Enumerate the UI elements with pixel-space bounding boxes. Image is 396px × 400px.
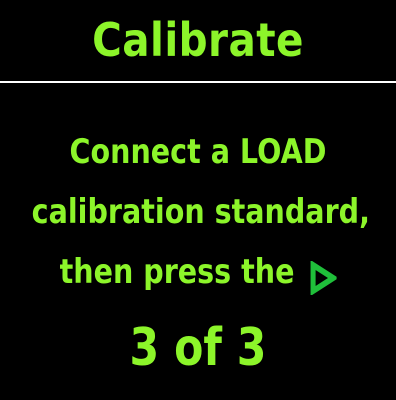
calibrate-screen: Calibrate Connect a LOAD calibration sta…	[0, 0, 396, 400]
instruction-line-1: Connect a LOAD	[69, 132, 327, 172]
header-divider	[0, 81, 396, 83]
instruction-message: Connect a LOAD calibration standard, the…	[0, 122, 396, 302]
instruction-line-3-text: then press the	[59, 252, 295, 292]
step-counter: 3 of 3	[129, 318, 267, 378]
instruction-line-3: then press the	[32, 242, 365, 302]
page-title: Calibrate	[92, 13, 304, 67]
play-icon	[308, 254, 339, 296]
instruction-line-2: calibration standard,	[31, 192, 370, 232]
